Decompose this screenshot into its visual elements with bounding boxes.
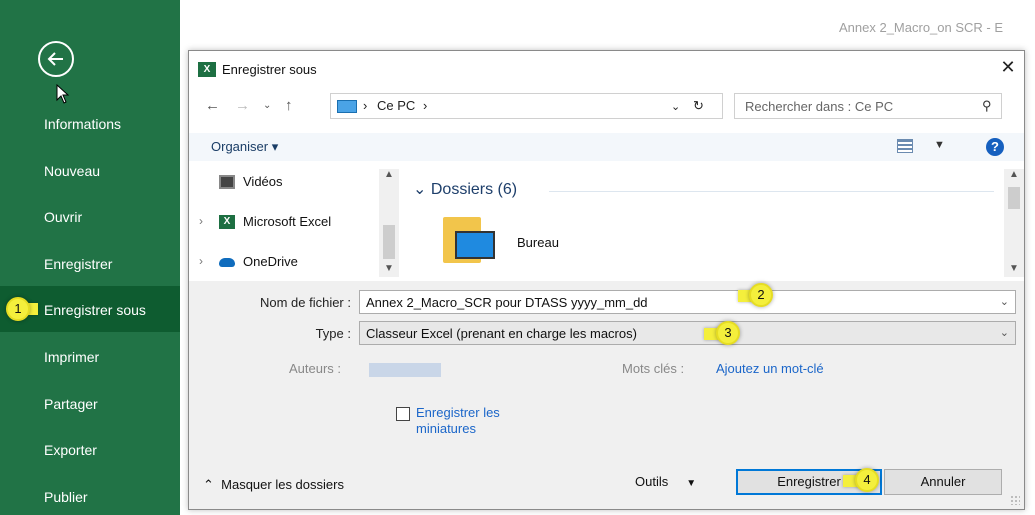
address-separator-2: › [423,98,428,113]
folders-group-header[interactable]: ⌄ Dossiers (6) [413,179,517,199]
folder-label-bureau[interactable]: Bureau [517,235,559,250]
chevron-down-icon[interactable]: ⌄ [1000,326,1009,339]
scroll-down-icon[interactable]: ▼ [384,263,394,274]
mouse-cursor-icon [56,84,70,104]
address-dropdown-icon[interactable]: ⌄ [671,100,680,113]
type-label: Type : [315,326,351,341]
file-type-value: Classeur Excel (prenant en charge les ma… [366,326,637,341]
excel-window-title: Annex 2_Macro_on SCR - E [839,20,1004,35]
nav-item-microsoft-excel[interactable]: › X Microsoft Excel [189,211,379,233]
backstage-item-imprimer[interactable]: Imprimer [44,349,99,365]
file-type-select[interactable]: Classeur Excel (prenant en charge les ma… [359,321,1016,345]
collapse-chevron-icon[interactable]: ⌄ [413,181,426,198]
scroll-up-icon[interactable]: ▲ [384,169,394,180]
address-row: ← → ⌄ ↑ › Ce PC › ⌄ ↻ Rechercher dans : … [189,91,1024,121]
save-form: Nom de fichier : Annex 2_Macro_SCR pour … [189,281,1024,509]
backstage-item-partager[interactable]: Partager [44,396,98,412]
dialog-toolbar: Organiser ▾ ▼ ? [189,133,1024,161]
nav-scrollbar[interactable]: ▲ ▼ [379,169,399,277]
back-nav-button[interactable]: ← [205,97,220,114]
scroll-up-icon[interactable]: ▲ [1009,169,1019,180]
thumbnails-checkbox[interactable] [396,407,410,421]
scrollbar-thumb[interactable] [1008,187,1020,209]
nav-item-videos[interactable]: Vidéos [189,171,379,193]
expand-chevron-icon[interactable]: › [199,254,203,268]
chevron-up-icon: ⌃ [203,477,214,492]
backstage-item-informations[interactable]: Informations [44,116,121,132]
nav-item-label: Microsoft Excel [243,214,332,229]
search-icon: ⚲ [982,98,992,113]
thumbnails-label[interactable]: Enregistrer les miniatures [416,405,546,437]
excel-icon: X [198,62,216,77]
cloud-icon [219,258,235,267]
desktop-folder-icon[interactable] [443,213,495,269]
nav-item-onedrive[interactable]: › OneDrive [189,251,379,273]
keywords-link[interactable]: Ajoutez un mot-clé [716,361,824,376]
tools-label: Outils [635,474,669,489]
chevron-down-icon[interactable]: ⌄ [1000,295,1009,308]
nav-item-label: Vidéos [243,174,283,189]
resize-grip-icon[interactable] [1010,495,1020,505]
back-button[interactable] [38,41,74,77]
file-list-pane: ⌄ Dossiers (6) Bureau ▲ ▼ [401,169,1024,277]
excel-icon: X [219,215,235,229]
backstage-item-enregistrer[interactable]: Enregistrer [44,256,112,272]
forward-nav-button[interactable]: → [235,97,250,114]
address-crumb-pc[interactable]: Ce PC [377,98,415,113]
pc-icon [337,100,357,113]
backstage-item-enregistrer-sous[interactable]: Enregistrer sous [44,302,146,318]
authors-label: Auteurs : [289,361,342,376]
nav-item-label: OneDrive [243,254,298,269]
dialog-title: Enregistrer sous [222,62,317,77]
back-arrow-icon [47,52,63,66]
scrollbar-thumb[interactable] [383,225,395,259]
filename-label: Nom de fichier : [259,295,351,310]
navigation-pane: Vidéos › X Microsoft Excel › OneDrive ▲ … [189,169,399,277]
backstage-panel: Informations Nouveau Ouvrir Enregistrer … [0,0,180,515]
hide-folders-label: Masquer les dossiers [221,477,344,492]
backstage-item-nouveau[interactable]: Nouveau [44,163,100,179]
organize-button[interactable]: Organiser ▾ [211,139,278,155]
backstage-item-exporter[interactable]: Exporter [44,442,97,458]
view-dropdown-icon[interactable]: ▼ [934,139,945,151]
filename-value: Annex 2_Macro_SCR pour DTASS yyyy_mm_dd [366,295,648,310]
expand-chevron-icon[interactable]: › [199,214,203,228]
annotation-badge-3: 3 [716,321,740,345]
folders-group-label: Dossiers (6) [430,181,518,198]
help-icon[interactable]: ? [986,138,1004,156]
authors-value-blurred[interactable] [369,363,441,377]
backstage-item-publier[interactable]: Publier [44,489,88,505]
close-button[interactable]: ✕ [997,56,1019,78]
search-input[interactable]: Rechercher dans : Ce PC ⚲ [734,93,1002,119]
view-options-icon[interactable] [897,139,913,153]
group-divider [549,191,994,192]
annotation-badge-4: 4 [855,468,879,492]
backstage-item-ouvrir[interactable]: Ouvrir [44,209,82,225]
recent-locations-button[interactable]: ⌄ [263,100,271,111]
annotation-badge-2: 2 [749,283,773,307]
search-placeholder: Rechercher dans : Ce PC [745,99,894,114]
tools-dropdown-icon: ▼ [686,478,697,489]
scroll-down-icon[interactable]: ▼ [1009,263,1019,274]
file-scrollbar[interactable]: ▲ ▼ [1004,169,1024,277]
hide-folders-button[interactable]: ⌃ Masquer les dossiers [203,477,344,493]
address-bar[interactable]: › Ce PC › ⌄ ↻ [330,93,723,119]
filename-field[interactable]: Annex 2_Macro_SCR pour DTASS yyyy_mm_dd … [359,290,1016,314]
cancel-button[interactable]: Annuler [884,469,1002,495]
save-as-dialog: X Enregistrer sous ✕ ← → ⌄ ↑ › Ce PC › ⌄… [188,50,1025,510]
keywords-label: Mots clés : [622,361,685,376]
refresh-icon[interactable]: ↻ [693,98,704,114]
up-folder-button[interactable]: ↑ [285,97,293,114]
tools-button[interactable]: Outils ▼ [635,474,696,489]
video-icon [219,175,235,189]
address-separator: › [363,98,368,113]
annotation-badge-1: 1 [6,297,30,321]
